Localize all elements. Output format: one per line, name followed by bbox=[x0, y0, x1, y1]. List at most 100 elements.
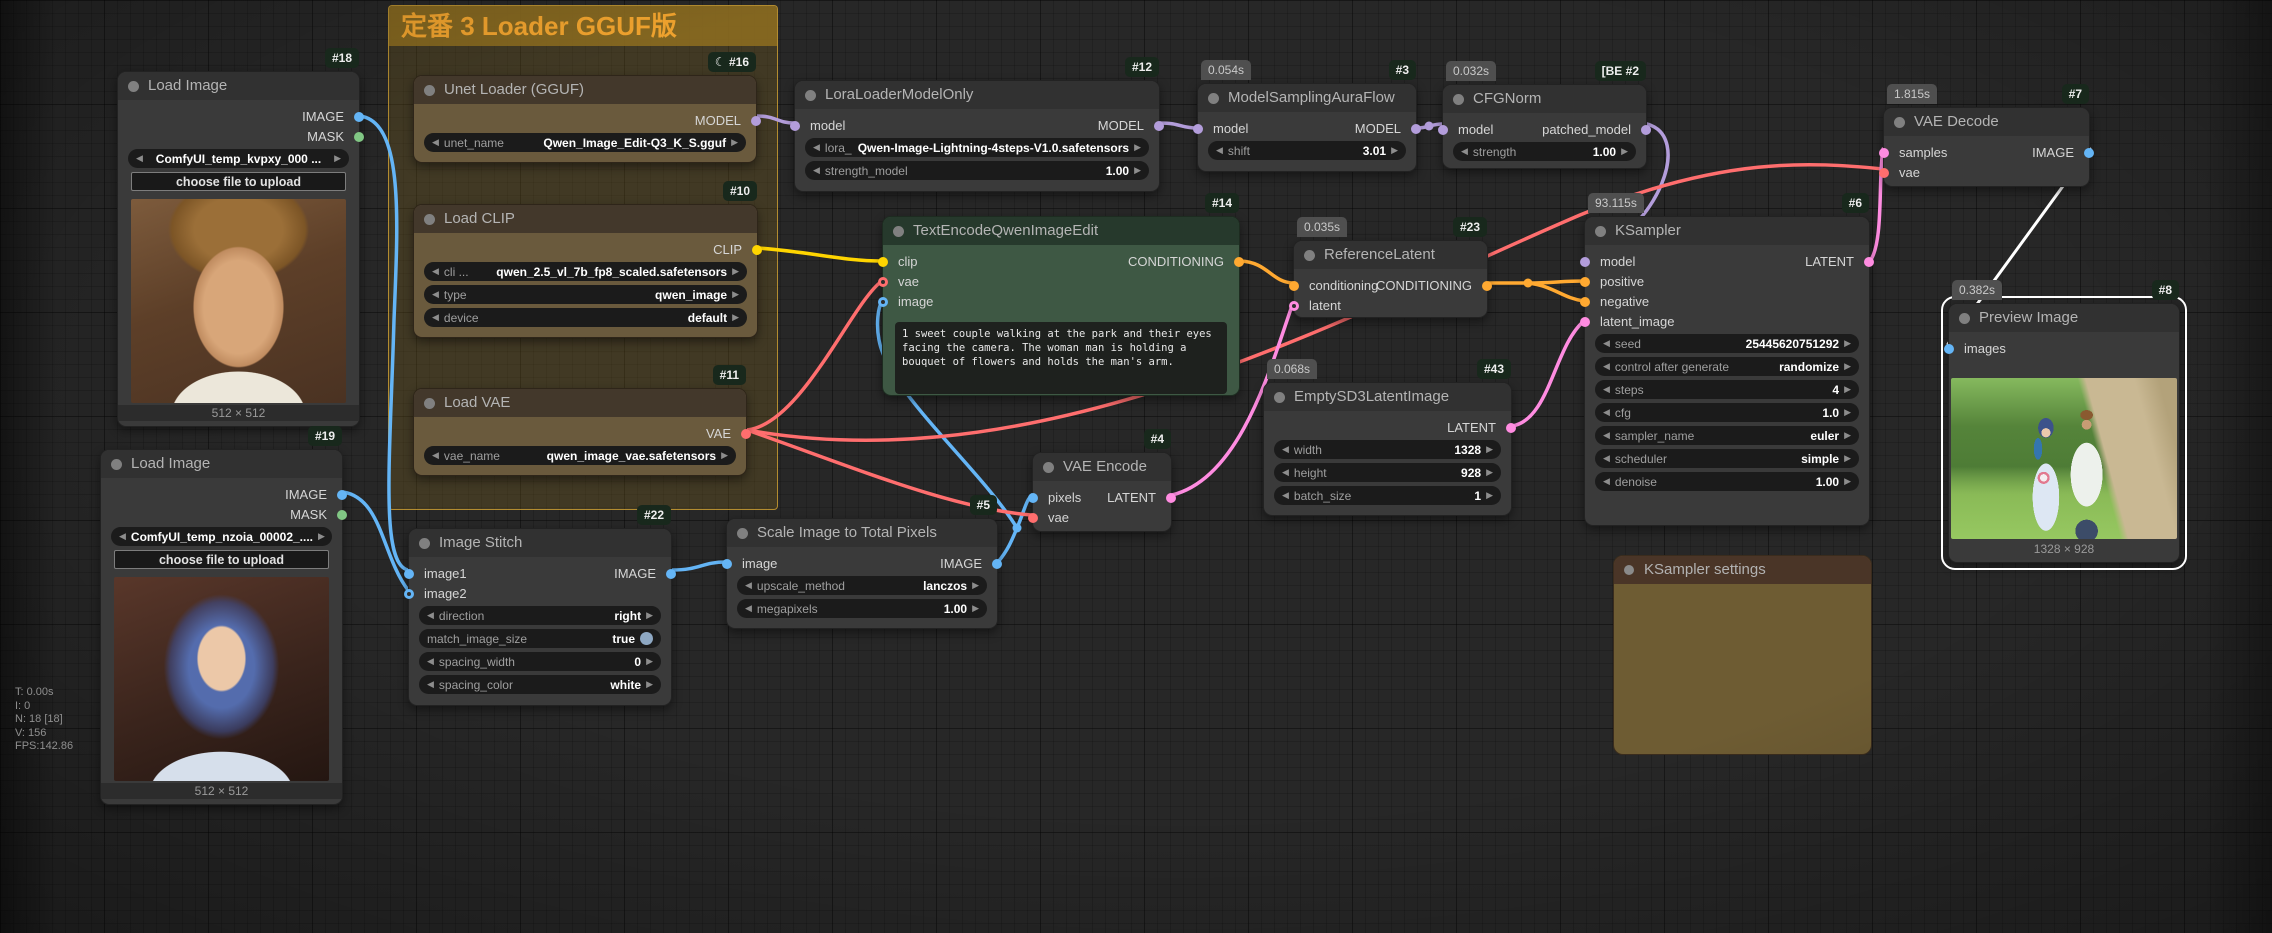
widget-megapixels[interactable]: ◀megapixels1.00▶ bbox=[737, 599, 987, 618]
widget-control-after-generate[interactable]: ◀control after generaterandomize▶ bbox=[1595, 357, 1859, 376]
input-port-latent[interactable] bbox=[1289, 301, 1299, 311]
node-load-clip-10[interactable]: #10Load CLIPCLIP◀cli ...qwen_2.5_vl_7b_f… bbox=[413, 204, 758, 338]
output-port-image[interactable] bbox=[354, 112, 364, 122]
output-port-image[interactable] bbox=[992, 559, 1002, 569]
decrement-arrow-icon[interactable]: ◀ bbox=[432, 133, 439, 152]
upload-button[interactable]: choose file to upload bbox=[114, 550, 329, 569]
increment-arrow-icon[interactable]: ▶ bbox=[1844, 380, 1851, 399]
widget-type[interactable]: ◀typeqwen_image▶ bbox=[424, 285, 747, 304]
widget-scheduler[interactable]: ◀schedulersimple▶ bbox=[1595, 449, 1859, 468]
widget-pill[interactable]: ◀megapixels1.00▶ bbox=[737, 599, 987, 618]
increment-arrow-icon[interactable]: ▶ bbox=[1391, 141, 1398, 160]
widget-pill[interactable]: ◀cfg1.0▶ bbox=[1595, 403, 1859, 422]
decrement-arrow-icon[interactable]: ◀ bbox=[1603, 380, 1610, 399]
widget-upscale-method[interactable]: ◀upscale_methodlanczos▶ bbox=[737, 576, 987, 595]
output-port-model[interactable] bbox=[1411, 124, 1421, 134]
increment-arrow-icon[interactable]: ▶ bbox=[1844, 334, 1851, 353]
node-modelsamplingauraflow-3[interactable]: 0.054s#3ModelSamplingAuraFlowmodelMODEL◀… bbox=[1197, 83, 1417, 172]
output-port-conditioning[interactable] bbox=[1482, 281, 1492, 291]
node-header[interactable]: Image Stitch bbox=[409, 529, 671, 557]
output-port-image[interactable] bbox=[337, 490, 347, 500]
decrement-arrow-icon[interactable]: ◀ bbox=[1603, 403, 1610, 422]
widget-pill[interactable]: ◀vae_nameqwen_image_vae.safetensors▶ bbox=[424, 446, 736, 465]
widget-pill[interactable]: ◀batch_size1▶ bbox=[1274, 486, 1501, 505]
node-header[interactable]: Unet Loader (GGUF) bbox=[414, 76, 756, 104]
input-port-latent-image[interactable] bbox=[1580, 317, 1590, 327]
decrement-arrow-icon[interactable]: ◀ bbox=[745, 576, 752, 595]
node-collapse-dot[interactable] bbox=[424, 85, 435, 96]
widget-strength-model[interactable]: ◀strength_model1.00▶ bbox=[805, 161, 1149, 180]
increment-arrow-icon[interactable]: ▶ bbox=[972, 599, 979, 618]
node-header[interactable]: Load VAE bbox=[414, 389, 746, 417]
wire-junction-dot[interactable] bbox=[1425, 122, 1434, 131]
node-loraloadermodelonly-12[interactable]: #12LoraLoaderModelOnlymodelMODEL◀lora_ .… bbox=[794, 80, 1160, 192]
decrement-arrow-icon[interactable]: ◀ bbox=[1603, 449, 1610, 468]
increment-arrow-icon[interactable]: ▶ bbox=[646, 652, 653, 671]
node-header[interactable]: Load Image bbox=[118, 72, 359, 100]
node-header[interactable]: Load Image bbox=[101, 450, 342, 478]
increment-arrow-icon[interactable]: ▶ bbox=[1621, 142, 1628, 161]
widget-pill[interactable]: ◀spacing_colorwhite▶ bbox=[419, 675, 661, 694]
increment-arrow-icon[interactable]: ▶ bbox=[1844, 403, 1851, 422]
increment-arrow-icon[interactable]: ▶ bbox=[334, 149, 341, 168]
increment-arrow-icon[interactable]: ▶ bbox=[646, 675, 653, 694]
node-vae-decode-7[interactable]: 1.815s#7VAE DecodesamplesvaeIMAGE bbox=[1883, 107, 2090, 187]
increment-arrow-icon[interactable]: ▶ bbox=[1486, 486, 1493, 505]
widget-pill[interactable]: ◀lora_ ...Qwen-Image-Lightning-4steps-V1… bbox=[805, 138, 1149, 157]
widget-vae-name[interactable]: ◀vae_nameqwen_image_vae.safetensors▶ bbox=[424, 446, 736, 465]
node-header[interactable]: ModelSamplingAuraFlow bbox=[1198, 84, 1416, 112]
output-port-latent[interactable] bbox=[1864, 257, 1874, 267]
node-collapse-dot[interactable] bbox=[1304, 250, 1315, 261]
widget-steps[interactable]: ◀steps4▶ bbox=[1595, 380, 1859, 399]
toggle-dot-icon[interactable] bbox=[640, 632, 653, 645]
decrement-arrow-icon[interactable]: ◀ bbox=[1603, 426, 1610, 445]
node-collapse-dot[interactable] bbox=[893, 226, 904, 237]
widget-seed[interactable]: ◀seed25445620751292▶ bbox=[1595, 334, 1859, 353]
node-scale-image-to-total-pixels-5[interactable]: #5Scale Image to Total PixelsimageIMAGE◀… bbox=[726, 518, 998, 629]
node-header[interactable]: Preview Image bbox=[1949, 304, 2179, 332]
output-port-image[interactable] bbox=[666, 569, 676, 579]
widget-direction[interactable]: ◀directionright▶ bbox=[419, 606, 661, 625]
node-referencelatent-23[interactable]: 0.035s#23ReferenceLatentconditioninglate… bbox=[1293, 240, 1488, 318]
increment-arrow-icon[interactable]: ▶ bbox=[318, 527, 325, 546]
node-load-image-18[interactable]: #18Load ImageIMAGEMASK◀ComfyUI_temp_kvpx… bbox=[117, 71, 360, 427]
increment-arrow-icon[interactable]: ▶ bbox=[1844, 357, 1851, 376]
output-port-vae[interactable] bbox=[741, 429, 751, 439]
node-collapse-dot[interactable] bbox=[737, 528, 748, 539]
decrement-arrow-icon[interactable]: ◀ bbox=[432, 446, 439, 465]
widget-strength[interactable]: ◀strength1.00▶ bbox=[1453, 142, 1636, 161]
node-collapse-dot[interactable] bbox=[424, 214, 435, 225]
increment-arrow-icon[interactable]: ▶ bbox=[1486, 463, 1493, 482]
increment-arrow-icon[interactable]: ▶ bbox=[1844, 449, 1851, 468]
decrement-arrow-icon[interactable]: ◀ bbox=[432, 308, 439, 327]
prompt-textarea[interactable]: 1 sweet couple walking at the park and t… bbox=[895, 322, 1227, 394]
node-header[interactable]: KSampler bbox=[1585, 217, 1869, 245]
decrement-arrow-icon[interactable]: ◀ bbox=[1603, 334, 1610, 353]
node-collapse-dot[interactable] bbox=[1595, 226, 1606, 237]
widget-pill[interactable]: ◀steps4▶ bbox=[1595, 380, 1859, 399]
decrement-arrow-icon[interactable]: ◀ bbox=[1603, 472, 1610, 491]
widget-height[interactable]: ◀height928▶ bbox=[1274, 463, 1501, 482]
node-vae-encode-4[interactable]: #4VAE EncodepixelsvaeLATENT bbox=[1032, 452, 1172, 532]
decrement-arrow-icon[interactable]: ◀ bbox=[1282, 463, 1289, 482]
node-collapse-dot[interactable] bbox=[128, 81, 139, 92]
widget-spacing-width[interactable]: ◀spacing_width0▶ bbox=[419, 652, 661, 671]
output-port-model[interactable] bbox=[751, 116, 761, 126]
widget-match-image-size[interactable]: match_image_sizetrue bbox=[419, 629, 661, 648]
increment-arrow-icon[interactable]: ▶ bbox=[721, 446, 728, 465]
node-header[interactable]: VAE Decode bbox=[1884, 108, 2089, 136]
input-port-image[interactable] bbox=[878, 297, 888, 307]
widget-pill[interactable]: ◀sampler_nameeuler▶ bbox=[1595, 426, 1859, 445]
widget-pill[interactable]: ◀devicedefault▶ bbox=[424, 308, 747, 327]
node-collapse-dot[interactable] bbox=[1959, 313, 1970, 324]
widget-pill[interactable]: ◀unet_nameQwen_Image_Edit-Q3_K_S.gguf▶ bbox=[424, 133, 746, 152]
increment-arrow-icon[interactable]: ▶ bbox=[972, 576, 979, 595]
upload-button[interactable]: choose file to upload bbox=[131, 172, 346, 191]
decrement-arrow-icon[interactable]: ◀ bbox=[427, 675, 434, 694]
node-load-vae-11[interactable]: #11Load VAEVAE◀vae_nameqwen_image_vae.sa… bbox=[413, 388, 747, 476]
node-collapse-dot[interactable] bbox=[1208, 93, 1219, 104]
increment-arrow-icon[interactable]: ▶ bbox=[1134, 161, 1141, 180]
increment-arrow-icon[interactable]: ▶ bbox=[731, 133, 738, 152]
node-cfgnorm-2[interactable]: 0.032s[BE #2CFGNormmodelpatched_model◀st… bbox=[1442, 84, 1647, 169]
widget-pill[interactable]: ◀cli ...qwen_2.5_vl_7b_fp8_scaled.safete… bbox=[424, 262, 747, 281]
